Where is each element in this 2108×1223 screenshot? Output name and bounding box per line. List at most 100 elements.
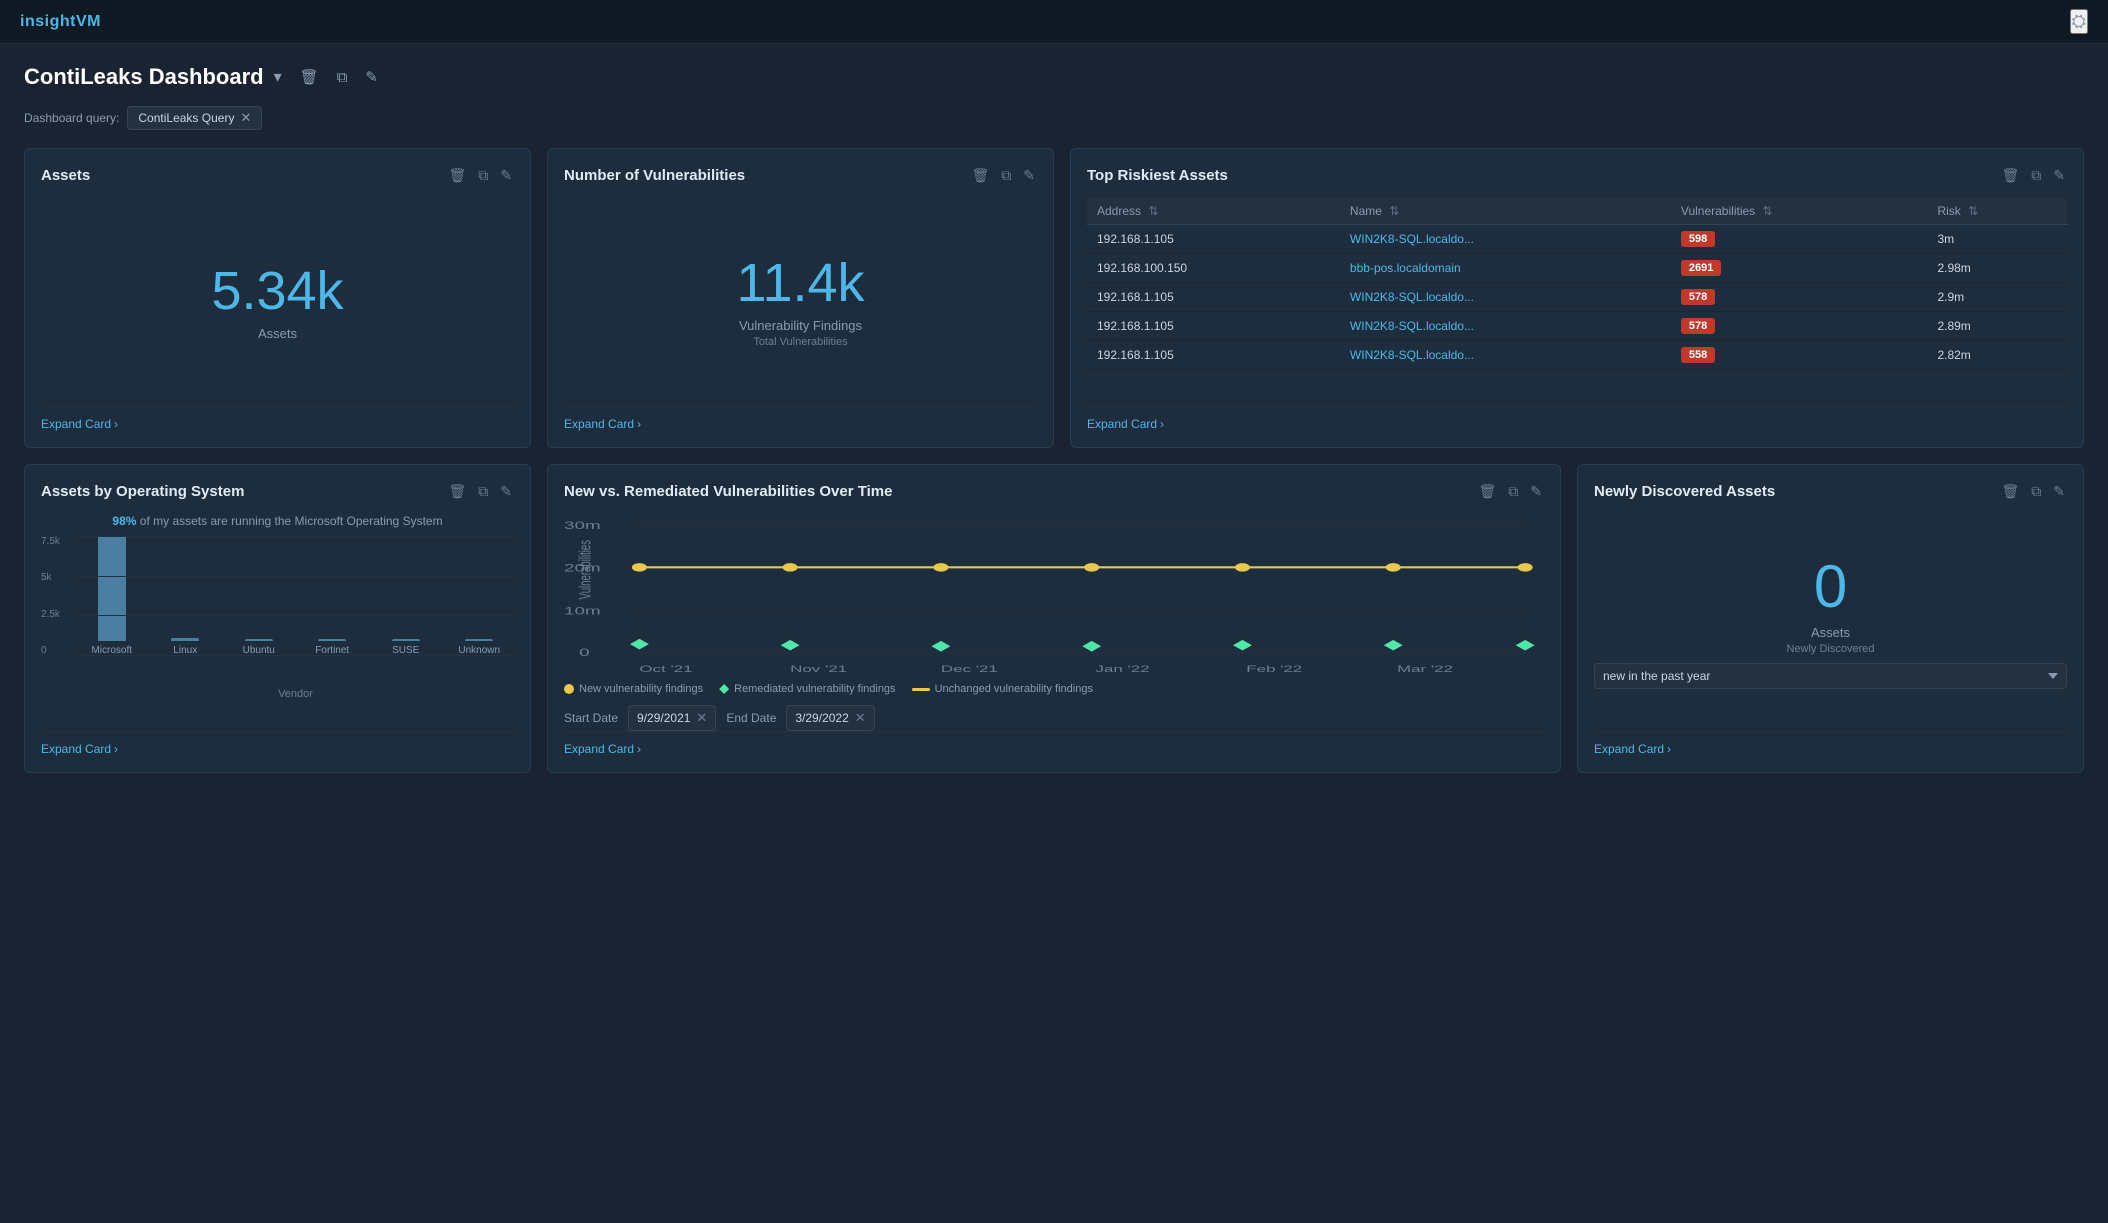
end-date-input[interactable]: 3/29/2022 ✕	[786, 705, 874, 731]
cell-vulns: 578	[1671, 312, 1928, 341]
end-date-clear[interactable]: ✕	[855, 710, 866, 726]
vuln-time-title: New vs. Remediated Vulnerabilities Over …	[564, 483, 892, 500]
vuln-time-legend: New vulnerability findings Remediated vu…	[564, 683, 1544, 695]
filter-bar: Dashboard query: ContiLeaks Query ✕	[24, 106, 2084, 130]
riskiest-delete-button[interactable]: 🗑	[1999, 165, 2021, 186]
cell-vulns: 578	[1671, 283, 1928, 312]
assets-card-body: 5.34k Assets	[41, 198, 514, 406]
vuln-time-delete-button[interactable]: 🗑	[1476, 481, 1498, 502]
riskiest-copy-button[interactable]: ⧉	[2029, 165, 2043, 186]
col-name[interactable]: Name ⇅	[1340, 198, 1671, 225]
vulnerabilities-expand-button[interactable]: Expand Card ›	[564, 417, 641, 431]
svg-text:0: 0	[579, 647, 589, 659]
vulns-delete-button[interactable]: 🗑	[969, 165, 991, 186]
cell-name[interactable]: WIN2K8-SQL.localdo...	[1340, 225, 1671, 254]
filter-label: Dashboard query:	[24, 111, 119, 125]
os-chart-note: 98% of my assets are running the Microso…	[41, 514, 514, 528]
assets-expand-button[interactable]: Expand Card ›	[41, 417, 118, 431]
svg-text:10m: 10m	[564, 605, 601, 617]
os-edit-button[interactable]: ✎	[498, 481, 514, 502]
vuln-time-footer: Expand Card ›	[564, 731, 1544, 756]
delete-dashboard-button[interactable]: 🗑	[296, 66, 323, 88]
svg-text:Mar '22: Mar '22	[1397, 664, 1453, 674]
assets-edit-button[interactable]: ✎	[498, 165, 514, 186]
svg-text:30m: 30m	[564, 520, 601, 532]
col-vulns[interactable]: Vulnerabilities ⇅	[1671, 198, 1928, 225]
newly-copy-button[interactable]: ⧉	[2029, 481, 2043, 502]
vuln-time-icons: 🗑 ⧉ ✎	[1476, 481, 1544, 502]
vuln-time-edit-button[interactable]: ✎	[1528, 481, 1544, 502]
filter-tag-value: ContiLeaks Query	[138, 111, 234, 125]
cell-address: 192.168.100.150	[1087, 254, 1340, 283]
vuln-time-chart: 30m 20m 10m 0 Oct '21 Nov '21 Dec '21 Ja…	[564, 514, 1544, 674]
logo-text-insight: insight	[20, 13, 76, 30]
assets-delete-button[interactable]: 🗑	[446, 165, 468, 186]
vulns-copy-button[interactable]: ⧉	[999, 165, 1013, 186]
app-logo: insightVM	[20, 13, 101, 31]
cell-risk: 3m	[1927, 225, 2067, 254]
newly-discovered-body: 0 Assets Newly Discovered new in the pas…	[1594, 514, 2067, 731]
start-date-input[interactable]: 9/29/2021 ✕	[628, 705, 716, 731]
os-expand-button[interactable]: Expand Card ›	[41, 742, 118, 756]
newly-discovered-expand-button[interactable]: Expand Card ›	[1594, 742, 1671, 756]
top-riskiest-footer: Expand Card ›	[1087, 406, 2067, 431]
newly-discovered-time-select[interactable]: new in the past year new in the past mon…	[1594, 663, 2067, 689]
cell-vulns: 598	[1671, 225, 1928, 254]
edit-dashboard-button[interactable]: ✎	[361, 66, 382, 88]
start-date-clear[interactable]: ✕	[696, 710, 707, 726]
main-content: ContiLeaks Dashboard ▾ 🗑 ⧉ ✎ Dashboard q…	[0, 44, 2108, 793]
os-card-footer: Expand Card ›	[41, 731, 514, 756]
filter-close-icon[interactable]: ✕	[240, 110, 251, 126]
os-bar-chart: 7.5k 5k 2.5k 0 Microso	[41, 536, 514, 686]
legend-remediated-label: Remediated vulnerability findings	[734, 683, 895, 695]
date-range: Start Date 9/29/2021 ✕ End Date 3/29/202…	[564, 705, 1544, 731]
copy-dashboard-button[interactable]: ⧉	[333, 66, 352, 88]
cell-name[interactable]: bbb-pos.localdomain	[1340, 254, 1671, 283]
table-row: 192.168.1.105 WIN2K8-SQL.localdo... 598 …	[1087, 225, 2067, 254]
start-date-value: 9/29/2021	[637, 711, 690, 725]
os-card-body: 98% of my assets are running the Microso…	[41, 514, 514, 731]
assets-card: Assets 🗑 ⧉ ✎ 5.34k Assets Expand Card ›	[24, 148, 531, 448]
riskiest-table: Address ⇅ Name ⇅ Vulnerabilities ⇅ Risk …	[1087, 198, 2067, 370]
filter-tag: ContiLeaks Query ✕	[127, 106, 262, 130]
end-date-value: 3/29/2022	[795, 711, 848, 725]
vuln-time-copy-button[interactable]: ⧉	[1506, 481, 1520, 502]
chart-grid	[77, 536, 514, 656]
cell-risk: 2.89m	[1927, 312, 2067, 341]
riskiest-edit-button[interactable]: ✎	[2051, 165, 2067, 186]
newly-discovered-label: Assets	[1811, 625, 1850, 640]
assets-copy-button[interactable]: ⧉	[476, 165, 490, 186]
vuln-time-body: 30m 20m 10m 0 Oct '21 Nov '21 Dec '21 Ja…	[564, 514, 1544, 731]
top-riskiest-card: Top Riskiest Assets 🗑 ⧉ ✎ Address ⇅ Name…	[1070, 148, 2084, 448]
cell-vulns: 2691	[1671, 254, 1928, 283]
svg-text:Nov '21: Nov '21	[790, 664, 847, 674]
user-menu-button[interactable]: ⛭	[2070, 9, 2088, 34]
table-row: 192.168.1.105 WIN2K8-SQL.localdo... 578 …	[1087, 283, 2067, 312]
newly-delete-button[interactable]: 🗑	[1999, 481, 2021, 502]
svg-text:Jan '22: Jan '22	[1095, 664, 1149, 674]
os-delete-button[interactable]: 🗑	[446, 481, 468, 502]
top-riskiest-table-wrap: Address ⇅ Name ⇅ Vulnerabilities ⇅ Risk …	[1087, 198, 2067, 406]
newly-discovered-card: Newly Discovered Assets 🗑 ⧉ ✎ 0 Assets N…	[1577, 464, 2084, 773]
svg-text:Oct '21: Oct '21	[639, 664, 692, 674]
legend-unchanged-label: Unchanged vulnerability findings	[935, 683, 1093, 695]
col-risk[interactable]: Risk ⇅	[1927, 198, 2067, 225]
y-axis: 7.5k 5k 2.5k 0	[41, 536, 60, 656]
vulns-edit-button[interactable]: ✎	[1021, 165, 1037, 186]
cell-risk: 2.9m	[1927, 283, 2067, 312]
dashboard-dropdown-icon[interactable]: ▾	[274, 67, 282, 87]
vuln-time-header: New vs. Remediated Vulnerabilities Over …	[564, 481, 1544, 502]
newly-edit-button[interactable]: ✎	[2051, 481, 2067, 502]
vulnerabilities-card-header: Number of Vulnerabilities 🗑 ⧉ ✎	[564, 165, 1037, 186]
cell-name[interactable]: WIN2K8-SQL.localdo...	[1340, 312, 1671, 341]
os-copy-button[interactable]: ⧉	[476, 481, 490, 502]
col-address[interactable]: Address ⇅	[1087, 198, 1340, 225]
end-date-label: End Date	[726, 711, 776, 725]
vuln-time-expand-button[interactable]: Expand Card ›	[564, 742, 641, 756]
newly-discovered-value: 0	[1814, 557, 1847, 617]
cell-name[interactable]: WIN2K8-SQL.localdo...	[1340, 283, 1671, 312]
os-x-axis-title: Vendor	[77, 688, 514, 700]
cell-name[interactable]: WIN2K8-SQL.localdo...	[1340, 341, 1671, 370]
logo-text-vm: VM	[76, 13, 101, 30]
riskiest-expand-button[interactable]: Expand Card ›	[1087, 417, 1164, 431]
